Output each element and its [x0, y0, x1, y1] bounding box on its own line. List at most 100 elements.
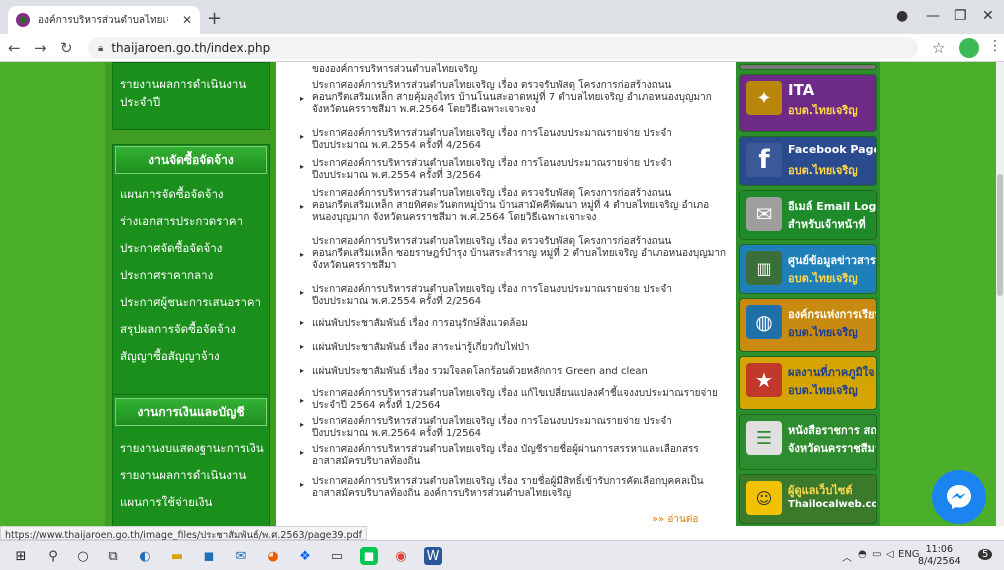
amazon-icon[interactable]: ▭: [328, 547, 346, 565]
word-icon[interactable]: W: [424, 547, 442, 565]
link-hover-status: https://www.thaijaroen.go.th/image_files…: [0, 526, 367, 541]
tray-chevron-icon[interactable]: ︿: [842, 549, 852, 564]
sidebar-item-procurement-summary[interactable]: สรุปผลการจัดซื้อจัดจ้าง: [120, 321, 236, 339]
mail-icon: ✉: [746, 197, 782, 231]
news-item[interactable]: ประกาศองค์การบริหารส่วนตำบลไทยเจริญ เรื่…: [312, 158, 712, 182]
forward-icon[interactable]: →: [34, 39, 47, 57]
messenger-chat-button[interactable]: [932, 470, 986, 524]
banner-title: ผลงานที่ภาคภูมิใจ: [788, 366, 875, 379]
close-tab-icon[interactable]: ✕: [182, 13, 192, 27]
sidebar-item-operations-report[interactable]: รายงานผลการดำเนินงาน: [120, 467, 246, 485]
browser-tab-strip: องค์การบริหารส่วนตำบลไทยเจริญ อำเ... ✕ +…: [0, 0, 1004, 34]
binder-icon: ▥: [746, 251, 782, 285]
globe-icon: ◍: [746, 305, 782, 339]
sidebar-item-financial-statement[interactable]: รายงานงบแสดงฐานะการเงิน: [120, 440, 264, 458]
news-item[interactable]: แผ่นพับประชาสัมพันธ์ เรื่อง สาระน่ารู้เก…: [312, 342, 740, 354]
file-explorer-icon[interactable]: ▬: [168, 547, 186, 565]
banner-facebook[interactable]: f Facebook Page อบต.ไทยเจริญ: [739, 136, 877, 186]
sidebar-item-label: รายงานผลการดำเนินงาน: [120, 77, 247, 91]
tray-volume-icon[interactable]: ◁: [886, 549, 894, 560]
sidebar-item-contracts[interactable]: สัญญาซื้อสัญญาจ้าง: [120, 348, 220, 366]
chrome-icon[interactable]: ◉: [392, 547, 410, 565]
bullet-icon: ▸: [300, 480, 305, 489]
address-bar-row: ← → ↻ 🔒︎ thaijaroen.go.th/index.php ☆ ⋮: [0, 34, 1004, 62]
banner-title: Facebook Page: [788, 143, 877, 156]
tray-network-icon[interactable]: ◓: [858, 549, 867, 560]
close-window-icon[interactable]: ✕: [982, 8, 994, 24]
site-favicon-icon: [16, 13, 30, 27]
news-item[interactable]: ประกาศองค์การบริหารส่วนตำบลไทยเจริญ เรื่…: [312, 388, 722, 412]
bullet-icon: ▸: [300, 396, 305, 405]
banner-official-letters[interactable]: ☰ หนังสือราชการ สถ. จังหวัดนครราชสีมา: [739, 414, 877, 470]
news-item[interactable]: ประกาศองค์การบริหารส่วนตำบลไทยเจริญ เรื่…: [312, 188, 732, 224]
banner-subtitle: อบต.ไทยเจริญ: [788, 384, 858, 397]
bullet-icon: ▸: [300, 250, 305, 259]
page-scrollbar[interactable]: [996, 62, 1004, 526]
emblem-icon: ✦: [746, 81, 782, 115]
mail-app-icon[interactable]: ✉: [232, 547, 250, 565]
news-item[interactable]: ประกาศองค์การบริหารส่วนตำบลไทยเจริญ เรื่…: [312, 476, 722, 500]
cortana-icon[interactable]: ○: [74, 547, 92, 565]
language-indicator[interactable]: ENG: [898, 549, 920, 560]
sidebar-item-spending-plan[interactable]: แผนการใช้จ่ายเงิน: [120, 494, 212, 512]
scrollbar-thumb[interactable]: [997, 174, 1003, 296]
banner-title: หนังสือราชการ สถ.: [788, 424, 877, 437]
url-text: thaijaroen.go.th/index.php: [111, 41, 271, 55]
reload-icon[interactable]: ↻: [60, 39, 73, 57]
windows-start-icon[interactable]: ⊞: [12, 547, 30, 565]
bookmark-star-icon[interactable]: ☆: [932, 39, 945, 57]
minimize-icon[interactable]: —: [926, 8, 940, 24]
store-icon[interactable]: ◼: [200, 547, 218, 565]
banner-info-center[interactable]: ▥ ศูนย์ข้อมูลข่าวสาร อบต.ไทยเจริญ: [739, 244, 877, 294]
account-avatar[interactable]: [959, 38, 979, 58]
dropbox-icon[interactable]: ❖: [296, 547, 314, 565]
search-icon[interactable]: ⚲: [44, 547, 62, 565]
banner-title: อีเมล์ Email Login: [788, 200, 877, 213]
banner-top-edge: [739, 64, 877, 70]
banner-ita[interactable]: ✦ ITA อบต.ไทยเจริญ: [739, 74, 877, 132]
bullet-icon: ▸: [300, 94, 305, 103]
bullet-icon: ▸: [300, 342, 305, 351]
system-clock[interactable]: 11:06 8/4/2564: [918, 544, 961, 568]
sidebar-item-procurement-notice[interactable]: ประกาศจัดซื้อจัดจ้าง: [120, 240, 222, 258]
news-item[interactable]: ประกาศองค์การบริหารส่วนตำบลไทยเจริญ เรื่…: [312, 284, 712, 308]
sidebar-item-annual-report[interactable]: รายงานผลการดำเนินงาน ประจำปี: [120, 76, 246, 112]
left-page-margin: [0, 62, 105, 526]
new-tab-icon[interactable]: +: [207, 8, 222, 29]
windows-taskbar: ⊞ ⚲ ○ ⧉ ◐ ▬ ◼ ✉ ◕ ❖ ▭ ◼ ◉ W ︿ ◓ ▭ ◁ ENG …: [0, 540, 1004, 570]
sidebar-item-median-price[interactable]: ประกาศราคากลาง: [120, 267, 213, 285]
firefox-icon[interactable]: ◕: [264, 547, 282, 565]
bullet-icon: ▸: [300, 318, 305, 327]
news-item[interactable]: แผ่นพับประชาสัมพันธ์ เรื่อง การอนุรักษ์ส…: [312, 318, 740, 330]
sidebar-item-winner-notice[interactable]: ประกาศผู้ชนะการเสนอราคา: [120, 294, 261, 312]
maximize-icon[interactable]: ❐: [954, 8, 967, 24]
sidebar-item-draft-documents[interactable]: ร่างเอกสารประกวดราคา: [120, 213, 243, 231]
notification-count-badge[interactable]: 5: [978, 549, 993, 560]
banner-webmaster[interactable]: ☺ ผู้ดูแลเว็บไซต์ Thailocalweb.com: [739, 474, 877, 524]
line-app-icon[interactable]: ◼: [360, 547, 378, 565]
news-item[interactable]: ประกาศองค์การบริหารส่วนตำบลไทยเจริญ เรื่…: [312, 128, 712, 152]
document-icon: ☰: [746, 421, 782, 455]
news-item[interactable]: แผ่นพับประชาสัมพันธ์ เรื่อง รวมใจลดโลกร้…: [312, 366, 740, 378]
right-page-margin: [880, 62, 996, 526]
banner-learning-org[interactable]: ◍ องค์กรแห่งการเรียนรู้ อบต.ไทยเจริญ: [739, 298, 877, 352]
back-icon[interactable]: ←: [8, 39, 21, 57]
news-item[interactable]: ประกาศองค์การบริหารส่วนตำบลไทยเจริญ เรื่…: [312, 236, 732, 272]
sidebar-item-procurement-plan[interactable]: แผนการจัดซื้อจัดจ้าง: [120, 186, 224, 204]
url-field[interactable]: 🔒︎ thaijaroen.go.th/index.php: [88, 37, 918, 59]
browser-tab[interactable]: องค์การบริหารส่วนตำบลไทยเจริญ อำเ... ✕: [8, 6, 200, 34]
task-view-icon[interactable]: ⧉: [104, 547, 122, 565]
profile-dot-icon[interactable]: ●: [896, 8, 908, 24]
tray-battery-icon[interactable]: ▭: [872, 549, 881, 560]
banner-email[interactable]: ✉ อีเมล์ Email Login สำหรับเจ้าหน้าที่: [739, 190, 877, 240]
banner-subtitle: Thailocalweb.com: [788, 499, 876, 510]
edge-icon[interactable]: ◐: [136, 547, 154, 565]
bullet-icon: ▸: [300, 366, 305, 375]
news-item[interactable]: ประกาศองค์การบริหารส่วนตำบลไทยเจริญ เรื่…: [312, 444, 722, 468]
banner-proud-works[interactable]: ★ ผลงานที่ภาคภูมิใจ อบต.ไทยเจริญ: [739, 356, 877, 410]
finance-header: งานการเงินและบัญชี: [115, 398, 267, 426]
news-item[interactable]: ประกาศองค์การบริหารส่วนตำบลไทยเจริญ เรื่…: [312, 80, 732, 116]
news-item[interactable]: ประกาศองค์การบริหารส่วนตำบลไทยเจริญ เรื่…: [312, 416, 712, 440]
read-more-link[interactable]: »» อ่านต่อ: [652, 512, 698, 526]
menu-kebab-icon[interactable]: ⋮: [988, 38, 1002, 54]
